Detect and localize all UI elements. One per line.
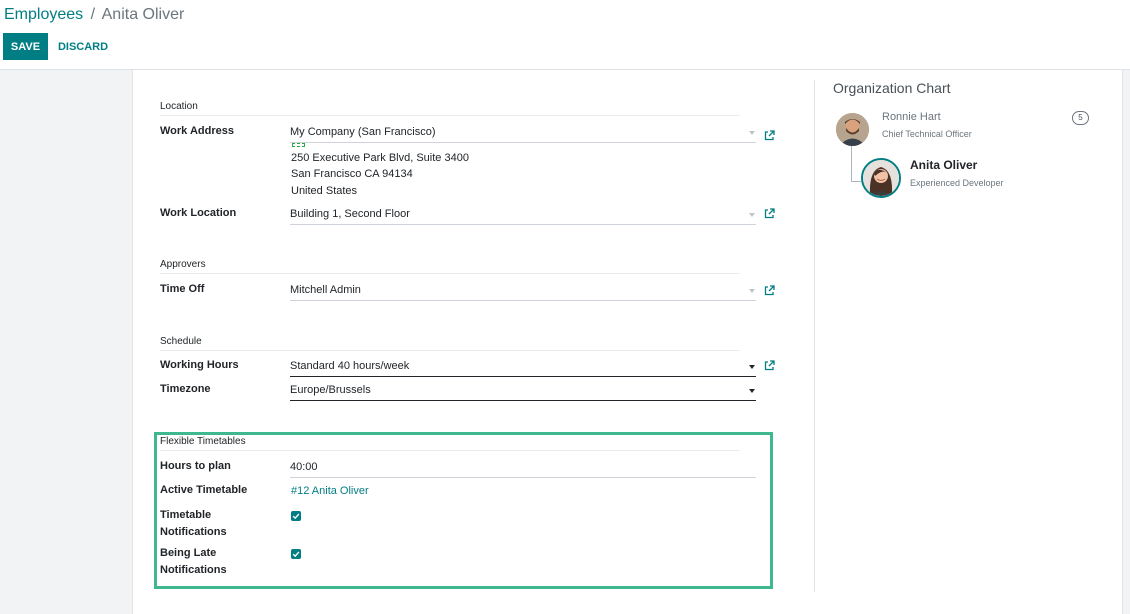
working-hours-value: Standard 40 hours/week <box>290 360 410 372</box>
timetable-notifications-label-line1: Timetable <box>160 509 212 521</box>
form-content-area: Location Work Address My Company (San Fr… <box>0 70 1130 614</box>
employee-job-title: Experienced Developer <box>910 178 1004 188</box>
breadcrumb-current: Anita Oliver <box>101 6 185 23</box>
external-link-icon[interactable] <box>764 130 775 141</box>
employee-avatar <box>861 158 901 198</box>
timetable-notifications-label-line2: Notifications <box>160 526 227 538</box>
person-avatar-icon <box>836 113 869 146</box>
time-off-label: Time Off <box>160 283 205 295</box>
working-hours-label: Working Hours <box>160 359 239 371</box>
manager-job-title: Chief Technical Officer <box>882 129 972 139</box>
dropdown-caret-icon <box>749 289 755 293</box>
timezone-select[interactable]: Europe/Brussels <box>290 383 756 401</box>
dropdown-caret-icon <box>749 213 755 217</box>
address-line-3: United States <box>291 185 358 197</box>
hours-to-plan-label: Hours to plan <box>160 460 231 472</box>
hours-to-plan-input[interactable]: 40:00 <box>290 460 756 478</box>
employee-name: Anita Oliver <box>910 158 978 172</box>
work-location-field[interactable]: Building 1, Second Floor <box>290 207 756 225</box>
manager-name[interactable]: Ronnie Hart <box>882 111 941 123</box>
save-button[interactable]: SAVE <box>3 33 48 60</box>
time-off-approver-value: Mitchell Admin <box>290 284 361 296</box>
address-marker-icon <box>292 143 305 147</box>
time-off-approver-field[interactable]: Mitchell Admin <box>290 283 756 301</box>
breadcrumb: Employees / Anita Oliver <box>4 5 184 25</box>
org-connector-horizontal <box>851 181 861 182</box>
breadcrumb-separator: / <box>90 6 96 23</box>
section-title-flexible-timetables: Flexible Timetables <box>160 436 740 451</box>
active-timetable-link[interactable]: #12 Anita Oliver <box>291 485 369 497</box>
subordinates-count-badge[interactable]: 5 <box>1072 111 1089 125</box>
work-address-field[interactable]: My Company (San Francisco) <box>290 125 756 143</box>
external-link-icon[interactable] <box>764 285 775 296</box>
section-title-approvers: Approvers <box>160 259 740 274</box>
address-line-1: 250 Executive Park Blvd, Suite 3400 <box>291 152 469 164</box>
org-chart-separator <box>814 80 815 592</box>
timezone-value: Europe/Brussels <box>290 384 371 396</box>
being-late-notifications-checkbox[interactable] <box>291 549 301 559</box>
form-sheet: Location Work Address My Company (San Fr… <box>132 70 1123 614</box>
timezone-label: Timezone <box>160 383 211 395</box>
external-link-icon[interactable] <box>764 208 775 219</box>
section-title-schedule: Schedule <box>160 336 740 351</box>
manager-avatar[interactable] <box>836 113 869 146</box>
work-address-label: Work Address <box>160 125 234 137</box>
flexible-timetables-highlight <box>154 432 773 589</box>
external-link-icon[interactable] <box>764 360 775 371</box>
active-timetable-label: Active Timetable <box>160 484 248 496</box>
timetable-notifications-checkbox[interactable] <box>291 511 301 521</box>
checkmark-icon <box>292 513 300 520</box>
dropdown-caret-icon <box>749 365 755 369</box>
org-chart-title: Organization Chart <box>833 80 951 96</box>
org-connector-vertical <box>851 146 852 182</box>
working-hours-field[interactable]: Standard 40 hours/week <box>290 359 756 377</box>
address-line-2: San Francisco CA 94134 <box>291 168 413 180</box>
breadcrumb-employees-link[interactable]: Employees <box>4 6 83 23</box>
being-late-notifications-label-line1: Being Late <box>160 547 217 559</box>
person-avatar-icon <box>863 160 899 196</box>
dropdown-caret-icon <box>749 131 755 135</box>
hours-to-plan-value: 40:00 <box>290 461 318 473</box>
work-location-label: Work Location <box>160 207 237 219</box>
work-location-value: Building 1, Second Floor <box>290 208 410 220</box>
being-late-notifications-label-line2: Notifications <box>160 564 227 576</box>
discard-button[interactable]: DISCARD <box>53 33 113 60</box>
dropdown-caret-icon <box>749 389 755 393</box>
checkmark-icon <box>292 551 300 558</box>
work-address-value: My Company (San Francisco) <box>290 126 436 138</box>
control-panel: Employees / Anita Oliver SAVE DISCARD <box>0 0 1130 70</box>
section-title-location: Location <box>160 101 740 116</box>
